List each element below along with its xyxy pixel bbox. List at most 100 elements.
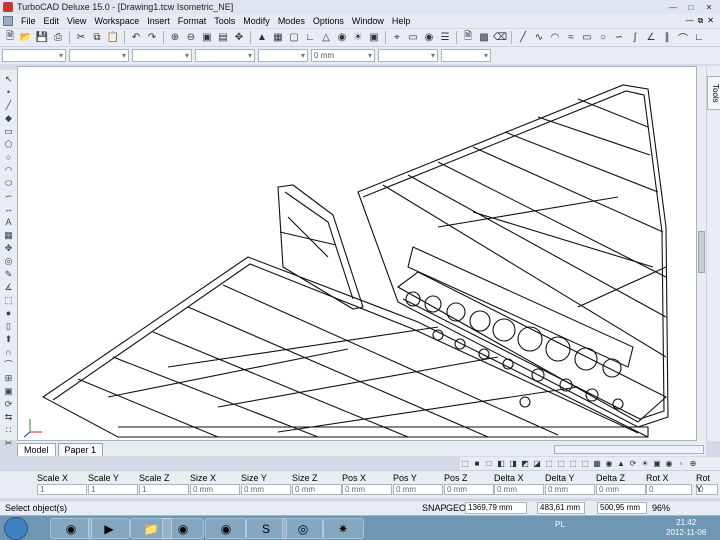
doc-restore-button[interactable]: ⧉ [698, 16, 704, 26]
menu-workspace[interactable]: Workspace [90, 14, 143, 28]
bezier-icon[interactable]: ∫ [628, 31, 642, 45]
view-back-icon[interactable]: ◩ [520, 459, 530, 469]
scale-z-input[interactable]: 1 [139, 484, 189, 495]
rot-x-input[interactable]: 0 [646, 484, 692, 495]
delta-x-input[interactable]: 0 mm [494, 484, 544, 495]
close-button[interactable]: ✕ [701, 2, 717, 13]
select-icon[interactable]: ▲ [255, 31, 269, 45]
hidden-line-icon[interactable]: ▲ [616, 459, 626, 469]
arc-icon[interactable]: ◠ [548, 31, 562, 45]
rectangle-tool-icon[interactable]: ▭ [2, 126, 15, 137]
view-right-icon[interactable]: ◨ [508, 459, 518, 469]
tools-panel-tab[interactable]: Tools [707, 76, 720, 110]
spline-tool-icon[interactable]: ∽ [2, 191, 15, 202]
snap-icon[interactable]: ▢ [287, 31, 301, 45]
start-button[interactable] [4, 517, 28, 540]
pan-icon[interactable]: ✥ [232, 31, 246, 45]
extrude-icon[interactable]: ⬆ [2, 334, 15, 345]
size-x-input[interactable]: 0 mm [190, 484, 240, 495]
view-iso-ne-icon[interactable]: ⬚ [544, 459, 554, 469]
tangent-icon[interactable]: ∠ [644, 31, 658, 45]
save-icon[interactable]: 💾 [35, 31, 49, 45]
language-indicator[interactable]: PL [555, 520, 565, 529]
light-icon[interactable]: ☀ [640, 459, 650, 469]
delta-z-input[interactable]: 0 mm [596, 484, 646, 495]
rotate-icon[interactable]: ⟳ [2, 399, 15, 410]
trim-icon[interactable]: ✂ [2, 438, 15, 449]
rot-y-input[interactable]: 0 [696, 484, 718, 495]
camera-icon[interactable]: ◉ [422, 31, 436, 45]
doc-minimize-button[interactable]: — [686, 16, 694, 26]
redo-icon[interactable]: ↷ [145, 31, 159, 45]
array-icon[interactable]: ∷ [2, 425, 15, 436]
shade-icon[interactable]: ◉ [604, 459, 614, 469]
render-view-icon[interactable]: ▣ [652, 459, 662, 469]
open-folder-icon[interactable]: 📂 [19, 31, 33, 45]
chat-taskbar-icon[interactable]: ◉ [205, 518, 247, 539]
pen-color-dropdown[interactable]: ▾ [132, 49, 192, 62]
3d-cylinder-icon[interactable]: ▯ [2, 321, 15, 332]
scale-x-input[interactable]: 1 [37, 484, 87, 495]
move-icon[interactable]: ✥ [2, 243, 15, 254]
new-file-icon[interactable]: 🗎 [3, 31, 17, 45]
copy-icon[interactable]: ⧉ [90, 31, 104, 45]
skype-taskbar-icon[interactable]: S [245, 518, 287, 539]
zoom-window-icon[interactable]: ▣ [200, 31, 214, 45]
polygon-icon[interactable]: ⬠ [2, 139, 15, 150]
insert-icon[interactable]: ⊞ [2, 373, 15, 384]
fillet-icon[interactable]: ⌒ [676, 31, 690, 45]
wireframe-icon[interactable]: △ [319, 31, 333, 45]
chamfer-icon[interactable]: ∟ [692, 31, 706, 45]
vertical-scrollbar[interactable] [697, 66, 706, 441]
block-icon[interactable]: ▩ [477, 31, 491, 45]
minimize-button[interactable]: — [665, 2, 681, 13]
point-icon[interactable]: • [2, 87, 15, 98]
pos-y-input[interactable]: 0 mm [393, 484, 443, 495]
horizontal-scrollbar[interactable] [554, 445, 704, 454]
view-iso-sw-icon[interactable]: ⬚ [580, 459, 590, 469]
3d-box-icon[interactable]: ⬚ [2, 295, 15, 306]
geo-toggle[interactable]: GEO [446, 503, 466, 513]
color-dropdown[interactable]: ▾ [69, 49, 129, 62]
view-cube-icon[interactable]: ⬚ [460, 459, 470, 469]
materials-icon[interactable]: ▣ [367, 31, 381, 45]
zoom-out-icon[interactable]: ⊖ [184, 31, 198, 45]
layers-icon[interactable]: ☰ [438, 31, 452, 45]
menu-help[interactable]: Help [388, 14, 415, 28]
paste-icon[interactable]: 📋 [106, 31, 120, 45]
select-arrow-icon[interactable]: ↖ [2, 74, 15, 85]
app-taskbar-icon[interactable]: ◎ [282, 518, 324, 539]
curve-icon[interactable]: ≈ [564, 31, 578, 45]
menu-view[interactable]: View [63, 14, 90, 28]
mirror-icon[interactable]: ⇆ [2, 412, 15, 423]
menu-modify[interactable]: Modify [239, 14, 274, 28]
section-icon[interactable]: ◦ [676, 459, 686, 469]
tab-paper-1[interactable]: Paper 1 [57, 443, 104, 456]
snap-settings-icon[interactable]: ◎ [2, 256, 15, 267]
snap-toggle[interactable]: SNAP [422, 503, 447, 513]
print-icon[interactable]: ⎙ [51, 31, 65, 45]
document-icon[interactable] [3, 16, 13, 26]
text-icon[interactable]: A [2, 217, 15, 228]
menu-insert[interactable]: Insert [143, 14, 174, 28]
eraser-icon[interactable]: ⌫ [493, 31, 507, 45]
line-width-dropdown[interactable]: ▾ [258, 49, 308, 62]
delta-y-input[interactable]: 0 mm [545, 484, 595, 495]
menu-tools[interactable]: Tools [210, 14, 239, 28]
thickness-field[interactable]: 0 mm ▾ [311, 49, 375, 62]
hatch-icon[interactable]: ▦ [2, 230, 15, 241]
polyline-icon[interactable]: ∿ [532, 31, 546, 45]
size-y-input[interactable]: 0 mm [241, 484, 291, 495]
circle-icon[interactable]: ○ [596, 31, 610, 45]
fill-dropdown[interactable]: ▾ [378, 49, 438, 62]
lights-icon[interactable]: ☀ [351, 31, 365, 45]
drawing-canvas[interactable] [17, 66, 697, 441]
cut-icon[interactable]: ✂ [74, 31, 88, 45]
rectangle-icon[interactable]: ▭ [580, 31, 594, 45]
zoom-in-icon[interactable]: ⊕ [168, 31, 182, 45]
paint-icon[interactable]: ▣ [2, 386, 15, 397]
zoom-extents-icon[interactable]: ▤ [216, 31, 230, 45]
node-edit-icon[interactable]: ◆ [2, 113, 15, 124]
ie-taskbar-icon[interactable]: ◉ [50, 518, 92, 539]
orthogonal-icon[interactable]: ∟ [303, 31, 317, 45]
